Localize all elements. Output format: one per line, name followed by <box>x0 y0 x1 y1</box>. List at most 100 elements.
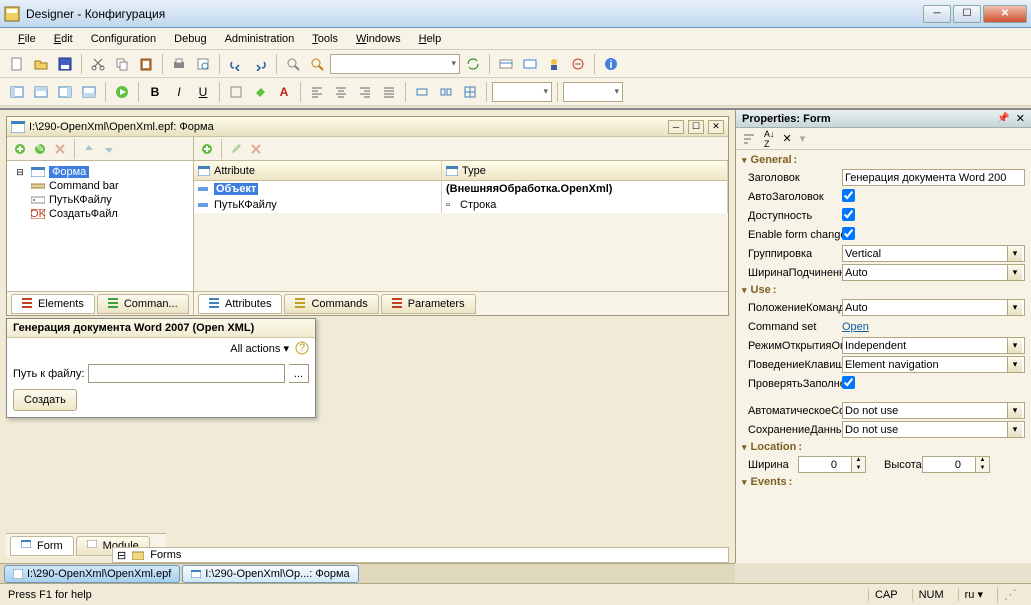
checkfill-checkbox[interactable] <box>842 376 855 389</box>
tab-parameters[interactable]: Parameters <box>381 294 476 314</box>
tree-root[interactable]: ⊟ Форма <box>11 165 189 179</box>
section-general[interactable]: General <box>742 152 1025 168</box>
width-input[interactable] <box>798 456 852 473</box>
italic-icon[interactable]: I <box>168 81 190 103</box>
fillcolor-icon[interactable] <box>249 81 271 103</box>
width-spinner[interactable]: ▲▼ <box>852 456 866 473</box>
keybehavior-select[interactable]: Element navigation <box>842 356 1025 373</box>
movedown-icon[interactable] <box>100 140 118 158</box>
merge-icon[interactable] <box>411 81 433 103</box>
bgcolor-icon[interactable] <box>225 81 247 103</box>
find-icon[interactable] <box>282 53 304 75</box>
grid-icon[interactable] <box>459 81 481 103</box>
autosave-select[interactable]: Do not use <box>842 402 1025 419</box>
style-combo[interactable] <box>563 82 623 102</box>
openmode-select[interactable]: Independent <box>842 337 1025 354</box>
maximize-button[interactable]: ☐ <box>953 5 981 23</box>
run-icon[interactable] <box>111 81 133 103</box>
enable-change-checkbox[interactable] <box>842 227 855 240</box>
panel2-icon[interactable] <box>30 81 52 103</box>
section-use[interactable]: Use <box>742 282 1025 298</box>
path-input[interactable] <box>88 364 285 383</box>
sort-icon[interactable] <box>742 133 756 145</box>
module-icon[interactable] <box>495 53 517 75</box>
tab-form[interactable]: Form <box>10 536 74 556</box>
grouping-select[interactable]: Vertical <box>842 245 1025 262</box>
edit-icon[interactable] <box>227 140 245 158</box>
menu-administration[interactable]: Administration <box>217 31 303 47</box>
tree-item[interactable]: OK СоздатьФайл <box>29 207 189 221</box>
type-row[interactable]: (ВнешняяОбработка.OpenXml) <box>442 181 727 197</box>
childwidth-select[interactable]: Auto <box>842 264 1025 281</box>
help-icon[interactable]: ? <box>295 341 309 355</box>
open-icon[interactable] <box>30 53 52 75</box>
status-lang[interactable]: ru ▾ <box>958 588 989 601</box>
new-icon[interactable] <box>6 53 28 75</box>
close-button[interactable]: ✕ <box>983 5 1027 23</box>
file-tab[interactable]: I:\290-OpenXml\OpenXml.epf <box>4 565 180 583</box>
title-input[interactable] <box>842 169 1025 186</box>
cut-icon[interactable] <box>87 53 109 75</box>
print-icon[interactable] <box>168 53 190 75</box>
menu-tools[interactable]: Tools <box>304 31 346 47</box>
align-right-icon[interactable] <box>354 81 376 103</box>
help-icon[interactable]: i <box>600 53 622 75</box>
resize-grip[interactable]: ⋰ <box>997 587 1023 603</box>
dropdown-icon[interactable]: ▾ <box>800 132 806 145</box>
browse-button[interactable]: ... <box>289 364 309 383</box>
toggle-icon[interactable]: ✕ <box>783 132 792 145</box>
tab-commands-left[interactable]: Comman... <box>97 294 189 314</box>
delete-icon[interactable] <box>247 140 265 158</box>
zoom-combo[interactable] <box>492 82 552 102</box>
textcolor-icon[interactable]: A <box>273 81 295 103</box>
save-icon[interactable] <box>54 53 76 75</box>
create-button[interactable]: Создать <box>13 389 77 411</box>
section-events[interactable]: Events <box>742 474 1025 490</box>
tree-item[interactable]: ПутьКФайлу <box>29 193 189 207</box>
menu-configuration[interactable]: Configuration <box>83 31 164 47</box>
section-location[interactable]: Location <box>742 439 1025 455</box>
add-icon[interactable] <box>198 140 216 158</box>
height-spinner[interactable]: ▲▼ <box>976 456 990 473</box>
delete-icon[interactable] <box>51 140 69 158</box>
zoom-icon[interactable] <box>306 53 328 75</box>
wizard-icon[interactable] <box>543 53 565 75</box>
cmdpos-select[interactable]: Auto <box>842 299 1025 316</box>
menu-file[interactable]: File <box>10 31 44 47</box>
tab-elements[interactable]: Elements <box>11 294 95 314</box>
redo-icon[interactable] <box>249 53 271 75</box>
availability-checkbox[interactable] <box>842 208 855 221</box>
align-center-icon[interactable] <box>330 81 352 103</box>
refresh-icon[interactable] <box>462 53 484 75</box>
elements-tree[interactable]: ⊟ Форма Command bar ПутьКФайлу <box>7 161 193 225</box>
all-actions-link[interactable]: All actions ▾ <box>230 342 289 355</box>
panel1-icon[interactable] <box>6 81 28 103</box>
undo-icon[interactable] <box>225 53 247 75</box>
paste-icon[interactable] <box>135 53 157 75</box>
bold-icon[interactable]: B <box>144 81 166 103</box>
align-justify-icon[interactable] <box>378 81 400 103</box>
type-row[interactable]: ▫Строка <box>442 197 727 213</box>
panel-close-icon[interactable]: ✕ <box>1016 112 1025 125</box>
sort-alpha-icon[interactable]: A↓Z <box>764 129 775 149</box>
savedata-select[interactable]: Do not use <box>842 421 1025 438</box>
auto-title-checkbox[interactable] <box>842 189 855 202</box>
add-icon[interactable] <box>11 140 29 158</box>
file-tab[interactable]: I:\290-OpenXml\Op...: Форма <box>182 565 358 583</box>
moveup-icon[interactable] <box>80 140 98 158</box>
minus-icon[interactable]: ⊟ <box>13 166 27 178</box>
tab-commands[interactable]: Commands <box>284 294 378 314</box>
doc-minimize[interactable]: ─ <box>668 120 684 134</box>
menu-edit[interactable]: Edit <box>46 31 81 47</box>
panel4-icon[interactable] <box>78 81 100 103</box>
pin-icon[interactable]: 📌 <box>997 113 1009 124</box>
panel3-icon[interactable] <box>54 81 76 103</box>
add2-icon[interactable]: ✎ <box>31 140 49 158</box>
height-input[interactable] <box>922 456 976 473</box>
attr-row[interactable]: Объект <box>194 181 441 197</box>
minus-icon[interactable]: ⊟ <box>117 549 126 562</box>
merge2-icon[interactable] <box>435 81 457 103</box>
module2-icon[interactable] <box>519 53 541 75</box>
attr-row[interactable]: ПутьКФайлу <box>194 197 441 213</box>
doc-close[interactable]: ✕ <box>708 120 724 134</box>
